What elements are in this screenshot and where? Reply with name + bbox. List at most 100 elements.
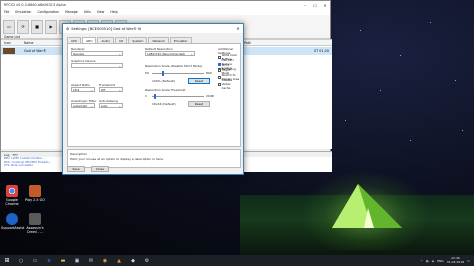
threshold-value: 16x16 (Default): [152, 102, 176, 106]
graphics-device-select[interactable]: ⌄: [71, 63, 123, 68]
close-icon[interactable]: ✕: [320, 3, 330, 8]
vlc-icon[interactable]: ▲: [112, 255, 126, 266]
framelimit-select[interactable]: Off ⌄: [99, 87, 123, 92]
resolution-scale-value: 100% (Default): [152, 79, 175, 83]
rpcs3-icon[interactable]: ◆: [126, 255, 140, 266]
chevron-down-icon: ⌄: [118, 103, 121, 108]
close-button[interactable]: Close: [91, 166, 109, 172]
clock[interactable]: 22:46 31-03-2018: [446, 256, 465, 264]
open-icon[interactable]: ▭: [3, 19, 15, 34]
chevron-up-icon[interactable]: ^: [420, 259, 423, 263]
desktop-icon-label: Google Chrome: [5, 198, 19, 206]
mail-icon[interactable]: ✉: [84, 255, 98, 266]
gpu-tab-body: Renderer OpenGL ⌄ Graphics Device ⌄ Aspec…: [67, 43, 241, 147]
system-tray: ^ ▤ ◂) ENG 22:46 31-03-2018 ▭: [420, 256, 474, 264]
resolution-scale-label: Resolution Scale (Disable Strict Mode): [145, 64, 203, 68]
antialiasing-select[interactable]: Auto ⌄: [99, 103, 123, 108]
default-resolution-value: 1280x720 (Recommended): [147, 51, 186, 56]
antialiasing-value: Auto: [101, 103, 108, 108]
desktop-icon-supportassist[interactable]: SupportAssist: [1, 213, 24, 230]
settings-icon[interactable]: ⚙: [140, 255, 154, 266]
desktop-icon-play[interactable]: Play 2.5 GO: [24, 185, 46, 202]
store-icon[interactable]: ▣: [70, 255, 84, 266]
refresh-icon[interactable]: ⟳: [17, 19, 29, 34]
search-icon[interactable]: ○: [14, 255, 28, 266]
description-label: Description: [70, 152, 88, 156]
desktop-icon-chrome[interactable]: Google Chrome: [1, 185, 23, 206]
renderer-select[interactable]: OpenGL ⌄: [71, 51, 123, 56]
menu-help[interactable]: Help: [110, 10, 117, 14]
desktop-icon-label: Play 2.5 GO: [25, 198, 45, 202]
dialog-titlebar: ⚙ Settings: [BCES00510] God of War® III …: [63, 24, 243, 33]
chevron-down-icon: ⌄: [118, 63, 121, 68]
desktop-icon-label: Assassin's Creed - ...: [26, 226, 44, 234]
volume-icon[interactable]: ◂): [432, 259, 435, 263]
settings-dialog: ⚙ Settings: [BCES00510] God of War® III …: [62, 23, 244, 175]
stop-icon[interactable]: ■: [31, 19, 43, 34]
taskbar: ⊞ ○ ▭ e ▬ ▣ ✉ ◉ ▲ ◆ ⚙ ^ ▤ ◂) ENG 22:46 3…: [0, 255, 474, 266]
menu-emulation[interactable]: Emulation: [15, 10, 31, 14]
language-indicator[interactable]: ENG: [437, 259, 443, 263]
checkbox-label: VSync: [222, 68, 231, 72]
close-icon[interactable]: ✕: [233, 26, 243, 31]
menu-utils[interactable]: Utils: [84, 10, 91, 14]
chevron-down-icon: ⌄: [118, 87, 121, 92]
column-path[interactable]: Path: [241, 41, 281, 45]
start-icon[interactable]: ⊞: [0, 255, 14, 266]
main-titlebar: RPCS3 v0.0.3-6860-b8e06313 Alpha – ☐ ✕: [1, 1, 330, 9]
threshold-max: 2048: [206, 94, 214, 98]
menu-file[interactable]: File: [4, 10, 9, 14]
supportassist-icon: [6, 213, 18, 225]
maximize-icon[interactable]: ☐: [310, 3, 320, 8]
column-icon[interactable]: Icon: [1, 41, 21, 45]
checkbox-disable-vertex-cache[interactable]: Disable Vertex Cache: [218, 78, 240, 90]
tent-illustration: [332, 184, 402, 228]
checkbox-vsync[interactable]: VSync: [218, 68, 231, 72]
default-resolution-select[interactable]: 1280x720 (Recommended) ⌄: [145, 51, 195, 56]
explorer-icon[interactable]: ▬: [56, 255, 70, 266]
resolution-scale-track: [152, 73, 204, 74]
reset-resolution-button[interactable]: Reset: [188, 78, 210, 84]
anisotropic-select[interactable]: Automatic ⌄: [71, 103, 95, 108]
chrome-icon: [6, 185, 18, 197]
chevron-down-icon: ⌄: [90, 87, 93, 92]
checkbox-box: [218, 82, 221, 86]
chevron-down-icon: ⌄: [90, 103, 93, 108]
notifications-icon[interactable]: ▭: [467, 259, 470, 263]
resolution-scale-max: 800: [206, 71, 212, 75]
framelimit-value: Off: [101, 87, 106, 92]
threshold-min: 1: [145, 94, 147, 98]
threshold-label: Resolution Scale Threshold: [145, 88, 186, 92]
anisotropic-value: Automatic: [73, 103, 88, 108]
renderer-value: OpenGL: [73, 51, 85, 56]
main-title: RPCS3 v0.0.3-6860-b8e06313 Alpha: [4, 3, 66, 7]
resolution-scale-min: 50: [145, 71, 149, 75]
description-text: Point your mouse at an option to display…: [70, 157, 164, 161]
dialog-title: Settings: [BCES00510] God of War® III: [71, 26, 142, 31]
clock-date: 31-03-2018: [446, 259, 465, 264]
game-shortcut-icon: [29, 185, 41, 197]
game-icon: [1, 47, 21, 55]
chrome-icon[interactable]: ◉: [98, 255, 112, 266]
desktop-icon-assassins-creed[interactable]: Assassin's Creed - ...: [24, 213, 46, 234]
aspect-ratio-select[interactable]: 16:9 ⌄: [71, 87, 95, 92]
minimize-icon[interactable]: –: [300, 3, 310, 8]
game-version: ST 01.00: [313, 49, 329, 53]
network-icon[interactable]: ▤: [426, 259, 429, 263]
menu-view[interactable]: View: [97, 10, 105, 14]
chevron-down-icon: ⌄: [118, 51, 121, 56]
edge-icon[interactable]: e: [42, 255, 56, 266]
aspect-ratio-value: 16:9: [73, 87, 80, 92]
game-shortcut-icon: [29, 213, 41, 225]
threshold-slider[interactable]: [154, 94, 156, 99]
menu-manage[interactable]: Manage: [65, 10, 78, 14]
threshold-track: [152, 96, 204, 97]
save-button[interactable]: Save: [67, 166, 85, 172]
menu-configuration[interactable]: Configuration: [37, 10, 59, 14]
checkbox-box: [218, 68, 221, 72]
task-view-icon[interactable]: ▭: [28, 255, 42, 266]
checkbox-label: Disable Vertex Cache: [221, 78, 232, 90]
start-icon[interactable]: ▶: [45, 19, 57, 34]
reset-threshold-button[interactable]: Reset: [188, 101, 210, 107]
resolution-scale-slider[interactable]: [162, 71, 164, 76]
